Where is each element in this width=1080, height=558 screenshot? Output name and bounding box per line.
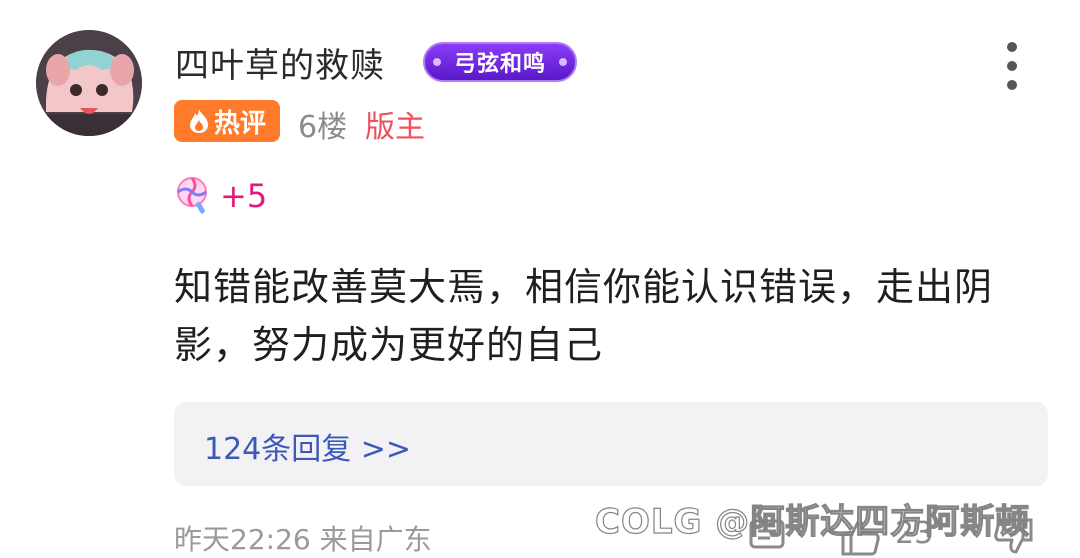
- role-label: 版主: [365, 110, 425, 145]
- floor-number: 6楼: [298, 110, 348, 145]
- comment-content: 知错能改善莫大焉，相信你能认识错误，走出阴影，努力成为更好的自己: [174, 265, 994, 367]
- comment-card: 四叶草的救赎 弓弦和鸣 热评 6楼 版主 +5 知错能改善莫大焉，相信你能认识错…: [0, 0, 1080, 558]
- avatar-image: [36, 30, 142, 136]
- hot-comment-badge: 热评: [174, 100, 280, 142]
- more-options-button[interactable]: [996, 42, 1028, 90]
- watermark-text: @阿斯达四方阿斯顿: [715, 501, 1031, 542]
- more-dot-icon: [1007, 42, 1017, 52]
- view-replies-link[interactable]: 124条回复 >>: [204, 424, 411, 468]
- more-dot-icon: [1007, 61, 1017, 71]
- watermark: COLG @阿斯达四方阿斯顿: [594, 494, 1031, 543]
- badge-dot-icon: [433, 58, 441, 66]
- avatar[interactable]: [36, 30, 142, 136]
- fire-icon: [189, 109, 208, 133]
- lollipop-icon: [177, 177, 207, 214]
- group-badge-label: 弓弦和鸣: [453, 52, 546, 77]
- group-badge[interactable]: 弓弦和鸣: [423, 42, 577, 82]
- username[interactable]: 四叶草的救赎: [175, 38, 385, 87]
- hot-label: 热评: [213, 108, 266, 139]
- timestamp: 昨天22:26 来自广东: [174, 523, 432, 556]
- more-dot-icon: [1007, 80, 1017, 90]
- badge-dot-icon: [559, 58, 567, 66]
- watermark-logo: COLG: [594, 501, 703, 542]
- replies-panel[interactable]: 124条回复 >>: [174, 402, 1048, 486]
- candy-count: +5: [220, 177, 268, 215]
- candy-reward: +5: [176, 176, 267, 216]
